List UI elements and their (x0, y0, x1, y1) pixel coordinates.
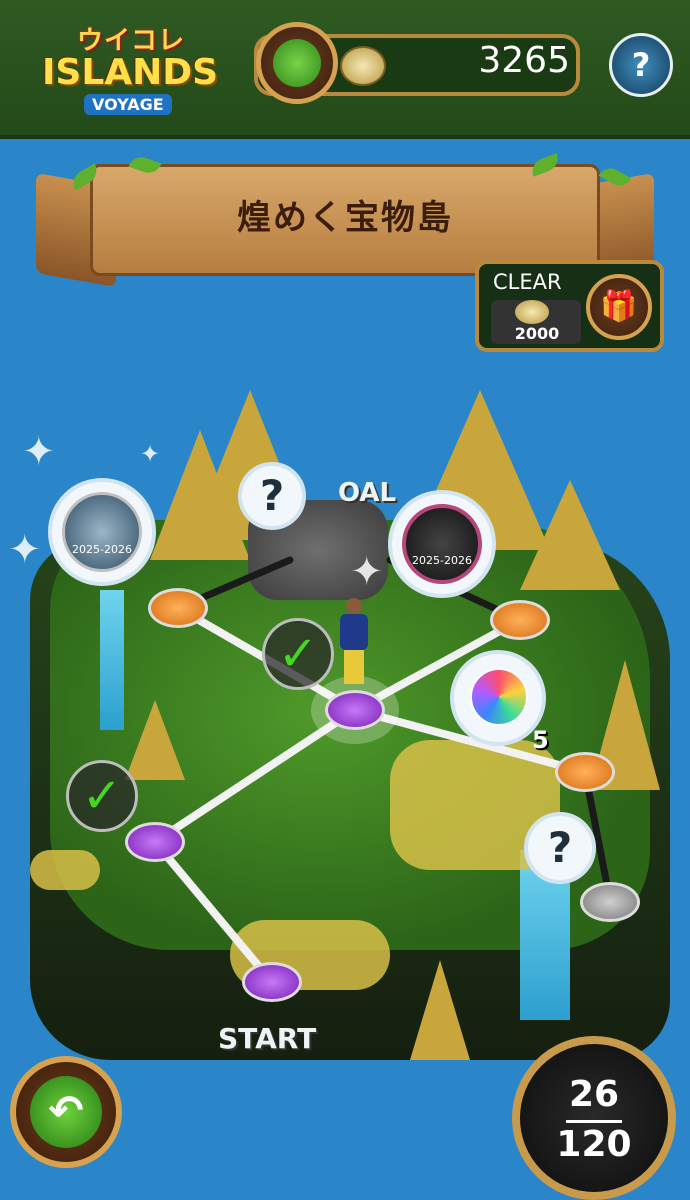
goal-label: OAL (338, 478, 397, 508)
start-label: START (218, 1022, 317, 1055)
map-node-orange[interactable] (148, 588, 208, 628)
ball-count: 5 (532, 726, 549, 754)
sparkle-icon: ✦ (8, 527, 42, 573)
reward-bubble-uniform[interactable]: 2025-2026 (48, 478, 156, 586)
mystery-bubble[interactable]: ? (524, 812, 596, 884)
mystery-bubble[interactable]: ? (238, 462, 306, 530)
efootball-badge-icon: 2025-2026 (402, 504, 482, 584)
player-legs (344, 650, 364, 684)
path-segment (151, 706, 359, 846)
path-segment (151, 838, 276, 986)
rainbow-ball-icon (470, 668, 528, 726)
progress-current: 26 (568, 1074, 620, 1115)
back-arrow-icon: ↶ (30, 1076, 102, 1148)
cleared-reward-check[interactable]: ✓ (66, 760, 138, 832)
uniform-badge-icon: 2025-2026 (62, 492, 142, 572)
back-button[interactable]: ↶ (10, 1056, 122, 1168)
player-avatar (336, 598, 372, 694)
progress-total: 120 (556, 1124, 632, 1165)
check-icon: ✓ (81, 768, 123, 824)
map-node-current[interactable] (325, 690, 385, 730)
sparkle-icon: ✦ (350, 549, 384, 595)
player-head (346, 598, 362, 614)
map-node-orange[interactable] (555, 752, 615, 792)
sparkle-icon: ✦ (22, 429, 56, 475)
cleared-reward-check[interactable]: ✓ (262, 618, 334, 690)
check-icon: ✓ (277, 626, 319, 682)
badge-season: 2025-2026 (72, 543, 132, 556)
map-node-start[interactable] (242, 962, 302, 1002)
map-node-locked[interactable] (580, 882, 640, 922)
question-icon: ? (259, 471, 285, 520)
progress-counter: 26 120 (512, 1036, 676, 1200)
player-body (340, 614, 368, 650)
reward-bubble-efootball[interactable]: 2025-2026 (388, 490, 496, 598)
sparkle-icon: ✦ (140, 440, 161, 468)
fraction-line (566, 1120, 622, 1123)
map-node-orange[interactable] (490, 600, 550, 640)
badge-season: 2025-2026 (412, 554, 472, 567)
question-icon: ? (547, 823, 573, 872)
